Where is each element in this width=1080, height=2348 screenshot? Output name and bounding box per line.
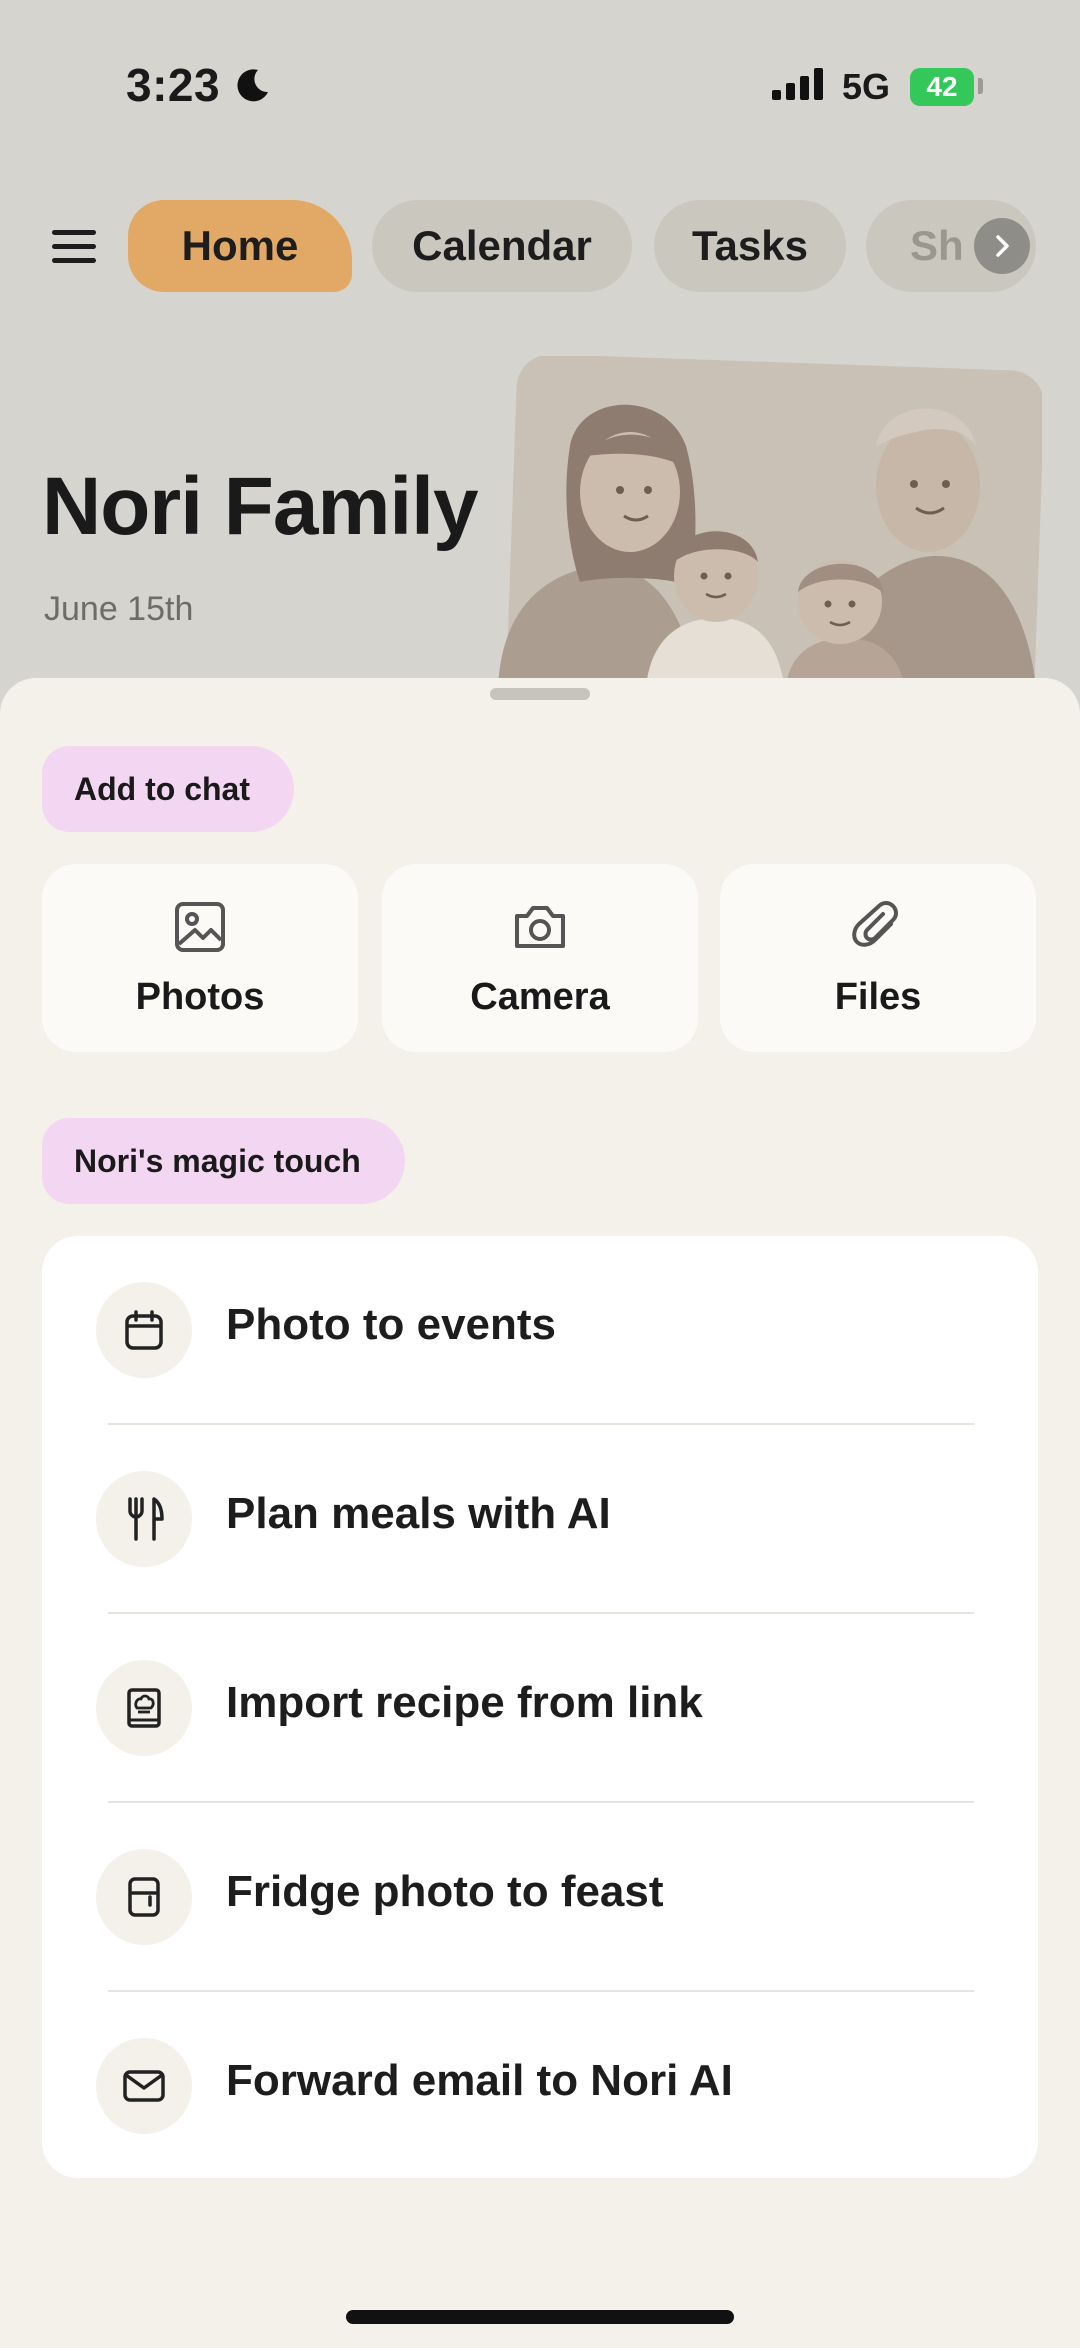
moon-icon [232,66,272,111]
camera-icon [511,900,569,959]
fridge-photo-item[interactable]: Fridge photo to feast [42,1803,1038,1991]
camera-button[interactable]: Camera [382,864,698,1052]
hamburger-menu-icon[interactable] [44,216,104,276]
add-to-chat-sheet: Add to chat Photos Camera Files Nori's m… [0,678,1080,2348]
signal-icon [772,68,828,109]
fridge-icon [96,1849,192,1945]
mail-icon [96,2038,192,2134]
family-illustration [496,356,1042,686]
fridge-photo-label: Fridge photo to feast [226,1867,664,1916]
sheet-drag-handle[interactable] [490,688,590,700]
status-time: 3:23 [126,59,221,111]
files-button[interactable]: Files [720,864,1036,1052]
paperclip-icon [851,900,905,959]
status-bar: 3:23 5G 42 [0,0,1080,180]
forward-email-item[interactable]: Forward email to Nori AI [42,1992,1038,2180]
photo-to-events-item[interactable]: Photo to events [42,1236,1038,1424]
magic-touch-heading: Nori's magic touch [42,1118,405,1204]
battery-indicator: 42 [910,68,974,106]
photo-to-events-label: Photo to events [226,1300,557,1349]
calendar-icon [96,1282,192,1378]
import-recipe-label: Import recipe from link [226,1678,703,1727]
magic-touch-list: Photo to events Plan meals with AI Impor… [42,1236,1038,2178]
image-icon [173,900,227,959]
tab-calendar[interactable]: Calendar [372,200,632,292]
tab-home[interactable]: Home [128,200,352,292]
battery-cap [978,78,983,94]
page-date: June 15th [44,590,194,628]
recipe-book-icon [96,1660,192,1756]
page-title: Nori Family [42,461,479,552]
photos-button[interactable]: Photos [42,864,358,1052]
forward-email-label: Forward email to Nori AI [226,2056,733,2105]
camera-label: Camera [470,976,610,1018]
home-indicator[interactable] [346,2310,734,2324]
files-label: Files [834,976,922,1018]
photos-label: Photos [135,976,265,1018]
add-to-chat-heading: Add to chat [42,746,294,832]
import-recipe-item[interactable]: Import recipe from link [42,1614,1038,1802]
plan-meals-label: Plan meals with AI [226,1489,611,1538]
tab-tasks[interactable]: Tasks [654,200,846,292]
plan-meals-item[interactable]: Plan meals with AI [42,1425,1038,1613]
network-type: 5G [842,66,891,107]
utensils-icon [96,1471,192,1567]
chevron-right-icon[interactable] [974,218,1030,274]
